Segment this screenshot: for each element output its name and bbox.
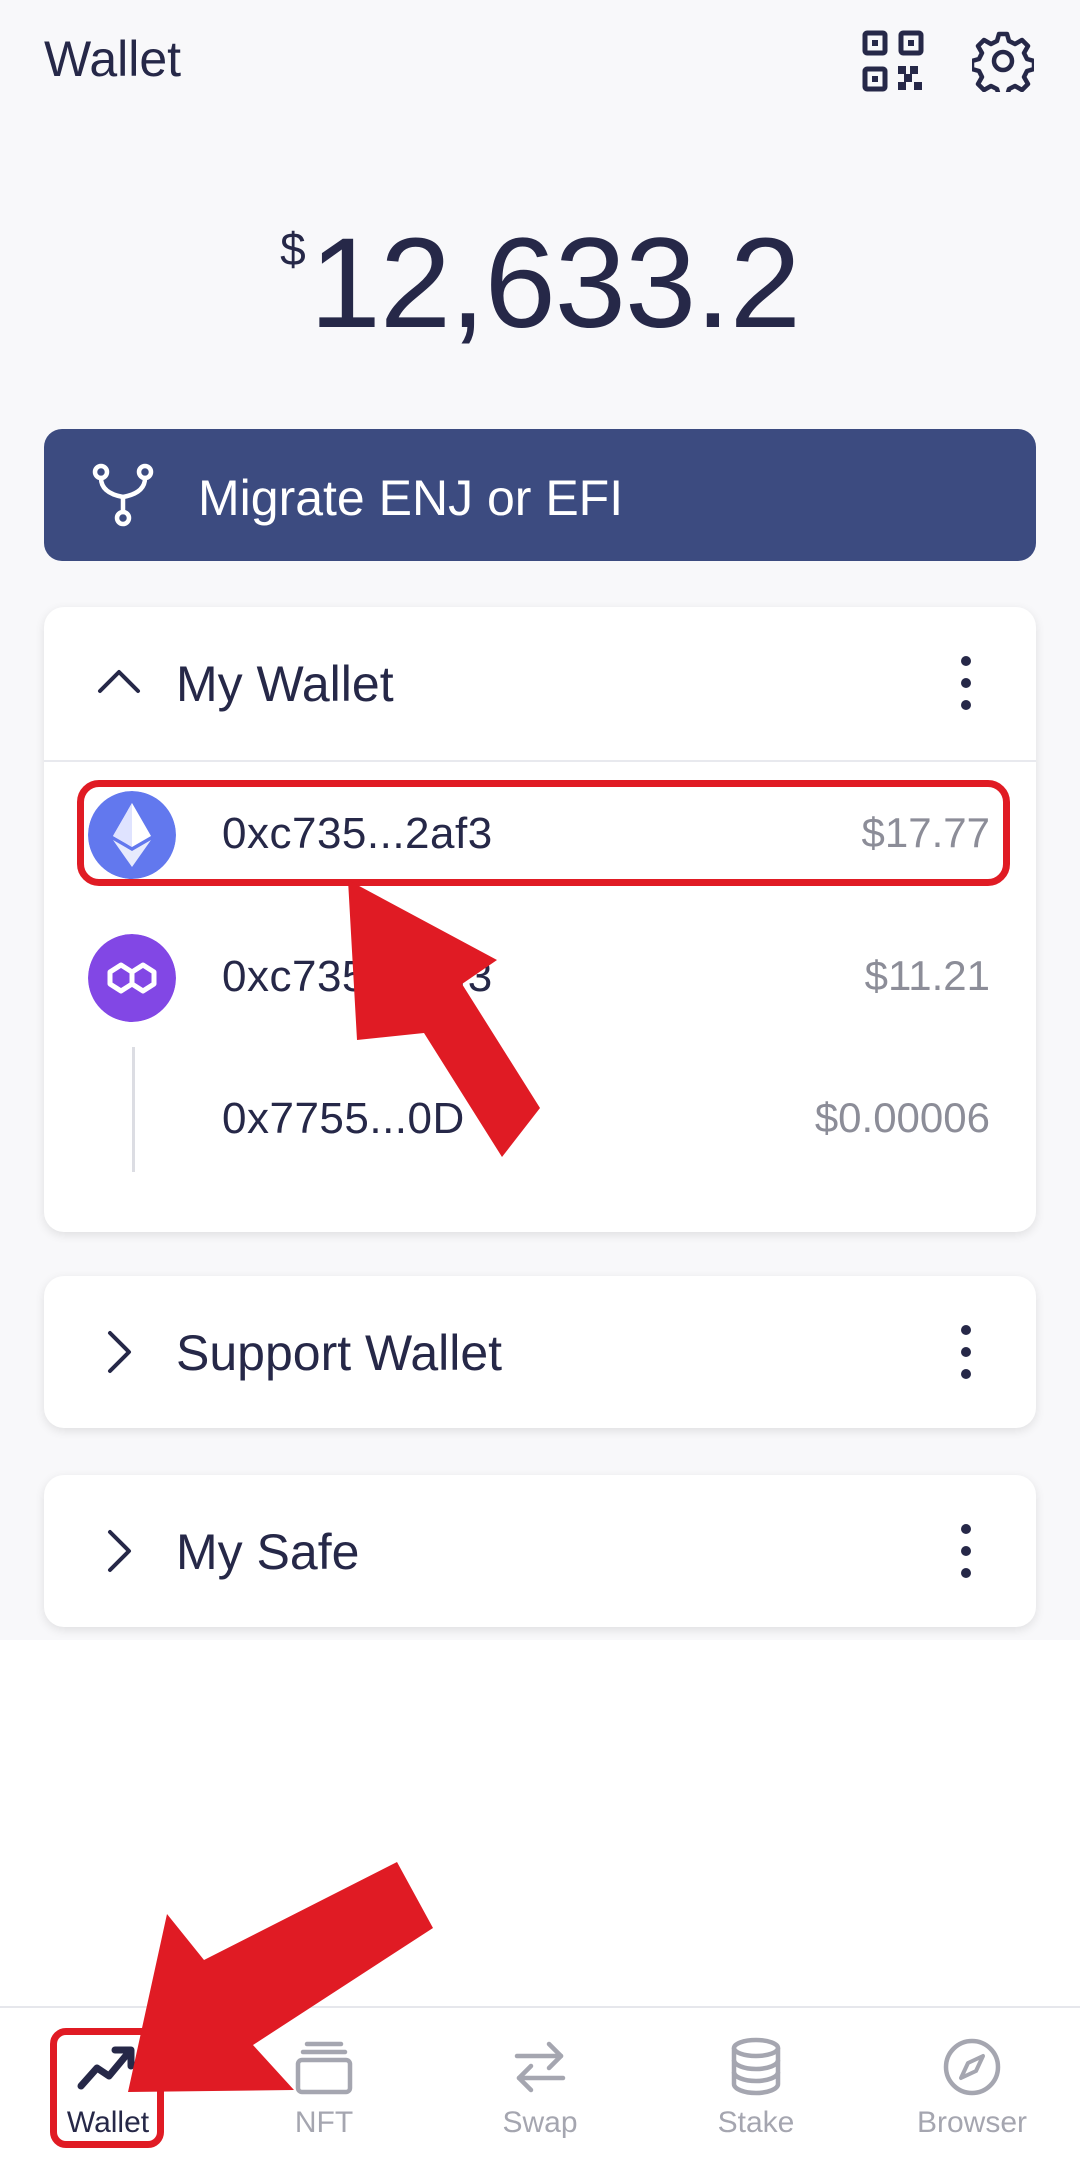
page-title: Wallet: [44, 31, 182, 87]
wallet-card-my-wallet: My Wallet 0xc735...2af3 $17.77 0xc735...…: [44, 607, 1036, 1232]
empty-area: [0, 1640, 1080, 2006]
wallet-name: My Safe: [176, 1524, 360, 1580]
cards-icon: [295, 2041, 353, 2095]
chevron-up-icon: [98, 670, 140, 693]
nav-label: Stake: [717, 2106, 795, 2139]
account-value: $11.21: [864, 952, 990, 999]
wallet-card-support-wallet[interactable]: Support Wallet: [44, 1276, 1036, 1428]
swap-arrows-icon: [514, 2041, 566, 2093]
account-address: 0xc735...2af3: [222, 952, 493, 1001]
wallet-name: Support Wallet: [176, 1325, 503, 1381]
nav-nft[interactable]: NFT: [244, 2036, 404, 2151]
wallet-header[interactable]: My Wallet: [44, 607, 1036, 762]
wallet-card-my-safe[interactable]: My Safe: [44, 1475, 1036, 1627]
nav-swap[interactable]: Swap: [460, 2036, 620, 2151]
account-value: $0.00006: [814, 1094, 990, 1141]
chevron-right-icon: [108, 1530, 131, 1572]
more-vertical-icon[interactable]: [954, 653, 978, 713]
highlight-box-account: [77, 780, 1010, 886]
nav-label: Swap: [502, 2106, 578, 2139]
fork-icon: [92, 463, 154, 527]
qr-code-icon[interactable]: [862, 30, 924, 92]
nav-browser[interactable]: Browser: [892, 2036, 1052, 2151]
divider: [44, 760, 1036, 762]
chevron-right-icon: [108, 1331, 131, 1373]
wallet-name: My Wallet: [176, 656, 394, 712]
more-vertical-icon[interactable]: [954, 1322, 978, 1382]
polygon-icon: [88, 934, 176, 1022]
compass-icon: [943, 2038, 1001, 2096]
nav-label: NFT: [294, 2106, 354, 2139]
currency-symbol: $: [280, 223, 306, 275]
balance-amount: 12,633.2: [309, 212, 801, 355]
nav-label: Browser: [916, 2106, 1028, 2139]
nav-stake[interactable]: Stake: [676, 2036, 836, 2151]
account-row[interactable]: 0xc735...2af3 $11.21: [44, 918, 1036, 1038]
migrate-button[interactable]: Migrate ENJ or EFI: [44, 429, 1036, 561]
more-vertical-icon[interactable]: [954, 1521, 978, 1581]
app-header: Wallet: [0, 0, 1080, 130]
gear-icon[interactable]: [972, 30, 1034, 92]
account-address: 0x7755...0D: [222, 1094, 465, 1143]
highlight-box-nav-wallet: [50, 2028, 164, 2148]
total-balance: $12,633.2: [0, 220, 1080, 360]
coin-stack-icon: [731, 2037, 781, 2096]
migrate-label: Migrate ENJ or EFI: [198, 470, 624, 526]
account-row[interactable]: 0x7755...0D $0.00006: [44, 1060, 1036, 1180]
